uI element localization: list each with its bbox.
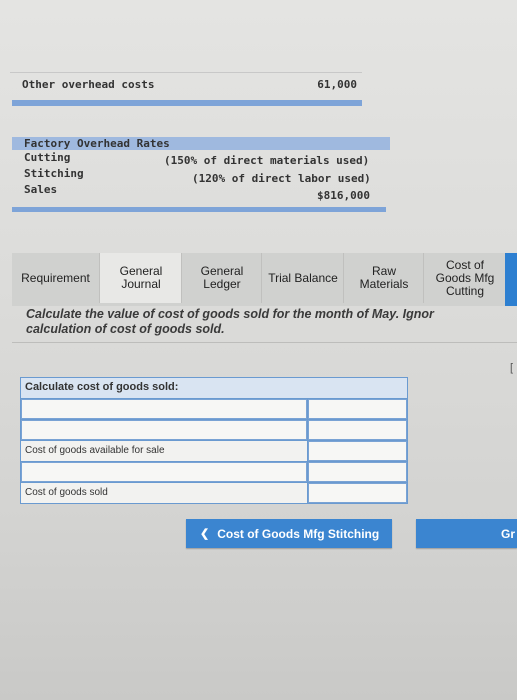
edge-bracket: [	[510, 362, 514, 374]
cogs-row-1-label-input[interactable]	[21, 399, 307, 419]
other-overhead-value: 61,000	[317, 78, 357, 91]
cogs-sold-amount-cell[interactable]	[308, 483, 407, 503]
tab-trial-balance[interactable]: Trial Balance	[261, 253, 344, 303]
rates-header-label: Factory Overhead Rates	[24, 137, 170, 150]
tab-cost-of-goods-mfg-cutting[interactable]: Cost of Goods Mfg Cutting	[423, 253, 506, 303]
chevron-left-icon: ❮	[200, 528, 210, 540]
table-row	[21, 420, 407, 441]
cogs-available-amount-input[interactable]	[308, 441, 407, 461]
prev-tab-button[interactable]: ❮ Cost of Goods Mfg Stitching	[186, 519, 392, 548]
tab-general-journal[interactable]: General Journal	[99, 253, 182, 303]
next-tab-button[interactable]: Gr	[416, 519, 517, 548]
cogs-row-4-label-input[interactable]	[21, 462, 307, 482]
tab-general-ledger-label: General Ledger	[200, 264, 244, 291]
cogs-table: Calculate cost of goods sold: Cost of go…	[20, 377, 408, 504]
cogs-sold-label: Cost of goods sold	[25, 487, 108, 498]
table-row	[21, 399, 407, 420]
cogs-available-label-cell: Cost of goods available for sale	[21, 441, 308, 461]
rates-header: Factory Overhead Rates	[12, 137, 390, 150]
rate-stitching-label: Stitching	[24, 167, 84, 180]
cogs-row-2-amount-input[interactable]	[308, 420, 407, 440]
cogs-row-1-label-cell[interactable]	[21, 399, 308, 419]
rates-underline	[12, 207, 386, 212]
cogs-table-header: Calculate cost of goods sold:	[21, 378, 407, 399]
cogs-sold-label-cell: Cost of goods sold	[21, 483, 308, 503]
cogs-available-label: Cost of goods available for sale	[25, 445, 165, 456]
tab-trial-balance-label: Trial Balance	[268, 270, 338, 285]
cogs-row-4-amount-cell[interactable]	[308, 462, 407, 482]
cogs-row-1-amount-input[interactable]	[308, 399, 407, 419]
rate-cutting-value: (150% of direct materials used)	[164, 154, 370, 167]
tab-bar-scroll-accent	[505, 253, 517, 306]
cogs-row-2-label-cell[interactable]	[21, 420, 308, 440]
instructions-divider	[12, 342, 517, 343]
tab-cogm-cutting-label: Cost of Goods Mfg Cutting	[435, 257, 495, 298]
other-overhead-label: Other overhead costs	[22, 78, 155, 91]
tab-requirement[interactable]: Requirement	[12, 253, 99, 303]
tab-general-ledger[interactable]: General Ledger	[181, 253, 262, 303]
cogs-row-4-amount-input[interactable]	[308, 462, 407, 482]
tab-bar: Requirement General Journal General Ledg…	[12, 253, 517, 306]
rate-sales-value: $816,000	[317, 189, 370, 202]
tab-general-journal-label: General Journal	[119, 264, 163, 291]
other-overhead-row: Other overhead costs 61,000	[22, 78, 357, 92]
rate-cutting-label: Cutting	[24, 151, 71, 164]
cogs-available-amount-cell[interactable]	[308, 441, 407, 461]
prev-tab-button-label: Cost of Goods Mfg Stitching	[217, 526, 380, 541]
tab-raw-materials[interactable]: Raw Materials	[343, 253, 424, 303]
instructions-line-1: Calculate the value of cost of goods sol…	[26, 307, 434, 321]
top-divider	[10, 72, 362, 73]
tab-requirement-label: Requirement	[21, 270, 90, 285]
table-row: Cost of goods sold	[21, 483, 407, 503]
instructions-line-2: calculation of cost of goods sold.	[26, 322, 225, 336]
cogs-row-1-amount-cell[interactable]	[308, 399, 407, 419]
tab-raw-materials-label: Raw Materials	[359, 264, 409, 291]
table-row	[21, 462, 407, 483]
cogs-sold-amount-input[interactable]	[308, 483, 407, 503]
rate-sales-label: Sales	[24, 183, 58, 196]
cogs-row-4-label-cell[interactable]	[21, 462, 308, 482]
instructions: Calculate the value of cost of goods sol…	[26, 307, 517, 337]
next-tab-button-label: Gr	[500, 526, 515, 541]
cogs-row-2-amount-cell[interactable]	[308, 420, 407, 440]
cogs-table-header-label: Calculate cost of goods sold:	[25, 381, 179, 393]
rate-stitching-value: (120% of direct labor used)	[192, 172, 371, 185]
top-section-underline	[12, 100, 362, 106]
table-row: Cost of goods available for sale	[21, 441, 407, 462]
cogs-row-2-label-input[interactable]	[21, 420, 307, 440]
